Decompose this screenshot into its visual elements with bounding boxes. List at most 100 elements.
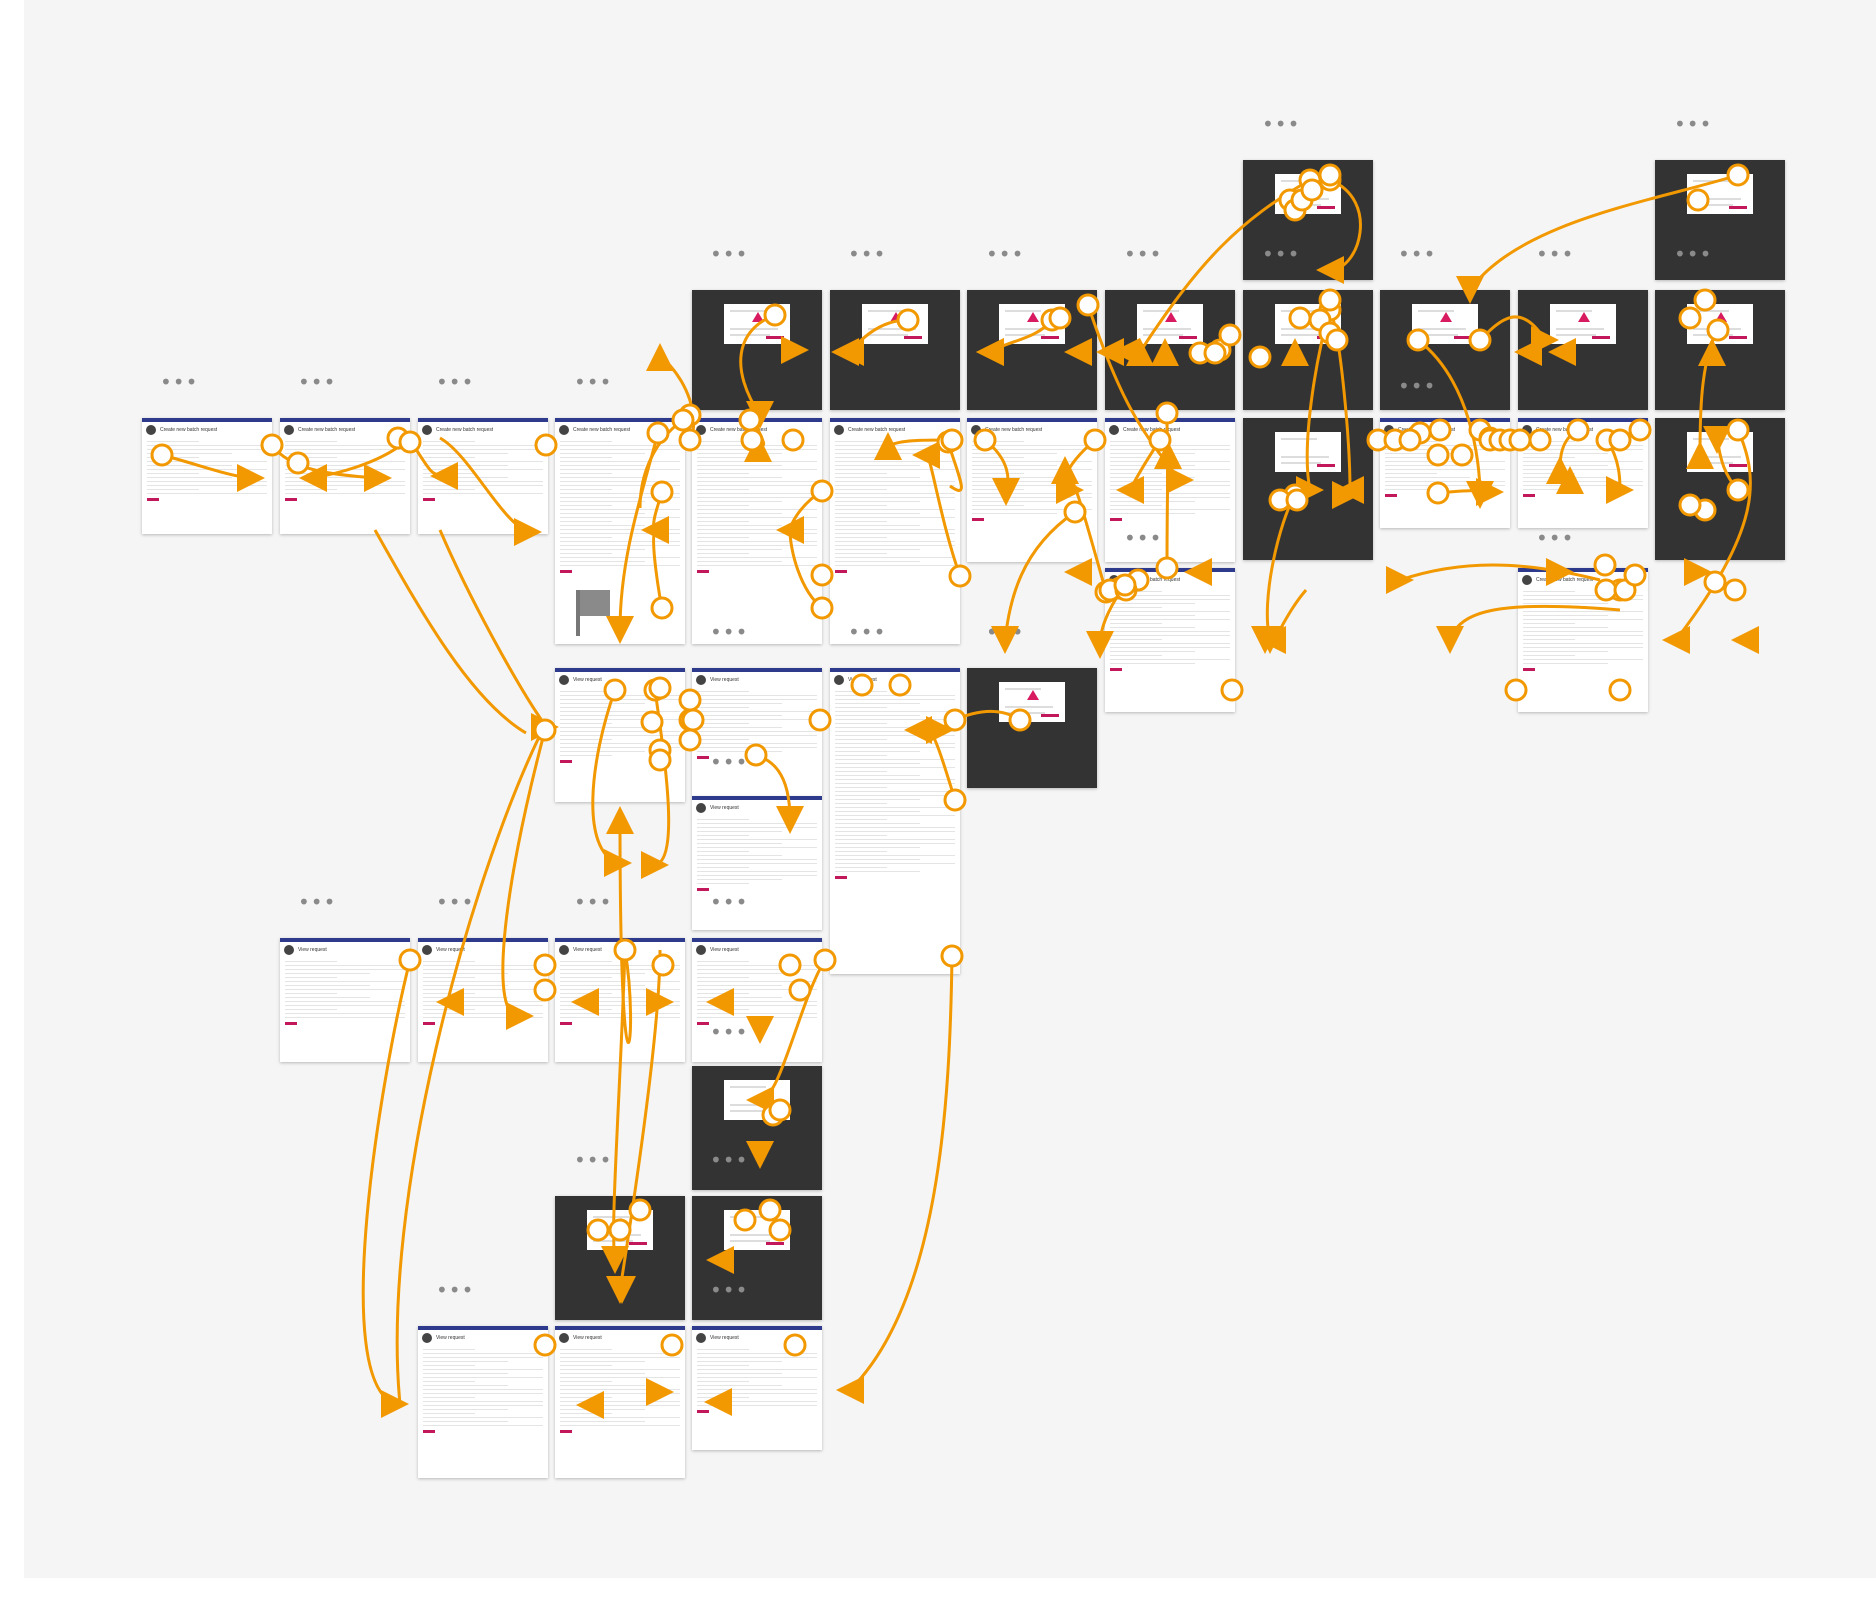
- connector-dot-icon[interactable]: [1723, 578, 1747, 602]
- connector-dot-icon[interactable]: [1203, 341, 1227, 365]
- connector-dot-icon[interactable]: [1528, 428, 1552, 452]
- connector-dot-icon[interactable]: [1218, 323, 1242, 347]
- connector-dot-icon[interactable]: [678, 728, 702, 752]
- connector-dot-icon[interactable]: [1504, 678, 1528, 702]
- connector-dot-icon[interactable]: [650, 480, 674, 504]
- connector-dot-icon[interactable]: [1148, 428, 1172, 452]
- connector-dot-icon[interactable]: [1608, 428, 1632, 452]
- connector-dot-icon[interactable]: [1406, 328, 1430, 352]
- connector-dot-icon[interactable]: [1318, 163, 1342, 187]
- connector-dot-icon[interactable]: [888, 673, 912, 697]
- connector-dot-icon[interactable]: [1288, 306, 1312, 330]
- connector-dot-icon[interactable]: [648, 676, 672, 700]
- connector-dot-icon[interactable]: [1508, 428, 1532, 452]
- connector-dot-icon[interactable]: [1220, 678, 1244, 702]
- connector-dot-icon[interactable]: [533, 953, 557, 977]
- connector-dot-icon[interactable]: [1468, 328, 1492, 352]
- connector-dot-icon[interactable]: [768, 1098, 792, 1122]
- connector-dot-icon[interactable]: [646, 421, 670, 445]
- connector-dot-icon[interactable]: [763, 303, 787, 327]
- connector-dot-icon[interactable]: [948, 564, 972, 588]
- connector-dot-icon[interactable]: [1076, 293, 1100, 317]
- connector-dot-icon[interactable]: [810, 563, 834, 587]
- connector-dot-icon[interactable]: [781, 428, 805, 452]
- connector-dot-icon[interactable]: [1703, 570, 1727, 594]
- connector-dot-icon[interactable]: [810, 596, 834, 620]
- connector-dot-icon[interactable]: [150, 443, 174, 467]
- connector-dot-icon[interactable]: [1726, 418, 1750, 442]
- connector-dot-icon[interactable]: [534, 433, 558, 457]
- connector-dot-icon[interactable]: [640, 710, 664, 734]
- connector-dot-icon[interactable]: [628, 1198, 652, 1222]
- connector-dot-icon[interactable]: [681, 708, 705, 732]
- connector-dot-icon[interactable]: [733, 1208, 757, 1232]
- connector-dot-icon[interactable]: [943, 788, 967, 812]
- connector-dot-icon[interactable]: [1398, 428, 1422, 452]
- connector-dot-icon[interactable]: [758, 1198, 782, 1222]
- connector-dot-icon[interactable]: [1300, 178, 1324, 202]
- connector-dot-icon[interactable]: [1426, 481, 1450, 505]
- connector-dot-icon[interactable]: [1608, 678, 1632, 702]
- connector-dot-icon[interactable]: [660, 1333, 684, 1357]
- connector-dot-icon[interactable]: [613, 938, 637, 962]
- connector-dot-icon[interactable]: [943, 708, 967, 732]
- connector-dot-icon[interactable]: [671, 408, 695, 432]
- connector-dot-icon[interactable]: [586, 1218, 610, 1242]
- connector-dot-icon[interactable]: [398, 948, 422, 972]
- connector-dot-icon[interactable]: [1426, 443, 1450, 467]
- connector-dot-icon[interactable]: [1678, 306, 1702, 330]
- connector-dot-icon[interactable]: [1318, 288, 1342, 312]
- connector-dot-icon[interactable]: [940, 944, 964, 968]
- connector-dot-icon[interactable]: [783, 1333, 807, 1357]
- connector-dot-icon[interactable]: [1325, 328, 1349, 352]
- connector-dot-icon[interactable]: [1428, 418, 1452, 442]
- connector-dot-icon[interactable]: [1083, 428, 1107, 452]
- connector-dot-icon[interactable]: [650, 596, 674, 620]
- connector-dot-icon[interactable]: [260, 433, 284, 457]
- connector-dot-icon[interactable]: [808, 708, 832, 732]
- connector-dot-icon[interactable]: [1113, 573, 1137, 597]
- connector-dot-icon[interactable]: [533, 978, 557, 1002]
- connector-dot-icon[interactable]: [398, 430, 422, 454]
- connector-dot-icon[interactable]: [1593, 553, 1617, 577]
- connector-dot-icon[interactable]: [286, 451, 310, 475]
- connector-dot-icon[interactable]: [850, 673, 874, 697]
- connector-dot-icon[interactable]: [1594, 578, 1618, 602]
- connector-dot-icon[interactable]: [603, 678, 627, 702]
- connector-dot-icon[interactable]: [744, 743, 768, 767]
- connector-dot-icon[interactable]: [533, 1333, 557, 1357]
- connector-dot-icon[interactable]: [1285, 488, 1309, 512]
- connector-dot-icon[interactable]: [813, 948, 837, 972]
- connector-dot-icon[interactable]: [1686, 188, 1710, 212]
- connector-dot-icon[interactable]: [1623, 563, 1647, 587]
- connector-dot-icon[interactable]: [1726, 163, 1750, 187]
- connector-dot-icon[interactable]: [1063, 500, 1087, 524]
- connector-dot-icon[interactable]: [1008, 708, 1032, 732]
- connector-dot-icon[interactable]: [533, 718, 557, 742]
- connector-dot-icon[interactable]: [1706, 318, 1730, 342]
- connector-dot-icon[interactable]: [678, 688, 702, 712]
- connector-dot-icon[interactable]: [1248, 345, 1272, 369]
- connector-dot-icon[interactable]: [1155, 401, 1179, 425]
- connector-dot-icon[interactable]: [896, 308, 920, 332]
- connector-dot-icon[interactable]: [651, 953, 675, 977]
- connector-dot-icon[interactable]: [1628, 418, 1652, 442]
- connector-dot-icon[interactable]: [1678, 493, 1702, 517]
- connector-dot-icon[interactable]: [973, 428, 997, 452]
- connector-dot-icon[interactable]: [1155, 556, 1179, 580]
- connector-dot-icon[interactable]: [1450, 443, 1474, 467]
- connector-dot-icon[interactable]: [1048, 306, 1072, 330]
- connector-dot-icon[interactable]: [648, 748, 672, 772]
- connector-dot-icon[interactable]: [678, 428, 702, 452]
- connector-dot-icon[interactable]: [768, 1218, 792, 1242]
- connector-dot-icon[interactable]: [740, 428, 764, 452]
- connector-dot-icon[interactable]: [1566, 418, 1590, 442]
- connector-dot-icon[interactable]: [608, 1218, 632, 1242]
- connector-dot-icon[interactable]: [788, 978, 812, 1002]
- connector-dot-icon[interactable]: [1726, 478, 1750, 502]
- connector-dot-icon[interactable]: [738, 408, 762, 432]
- connector-dot-icon[interactable]: [940, 428, 964, 452]
- connector-dot-icon[interactable]: [810, 479, 834, 503]
- connector-dot-icon[interactable]: [778, 953, 802, 977]
- connector-dot-icon[interactable]: [1693, 288, 1717, 312]
